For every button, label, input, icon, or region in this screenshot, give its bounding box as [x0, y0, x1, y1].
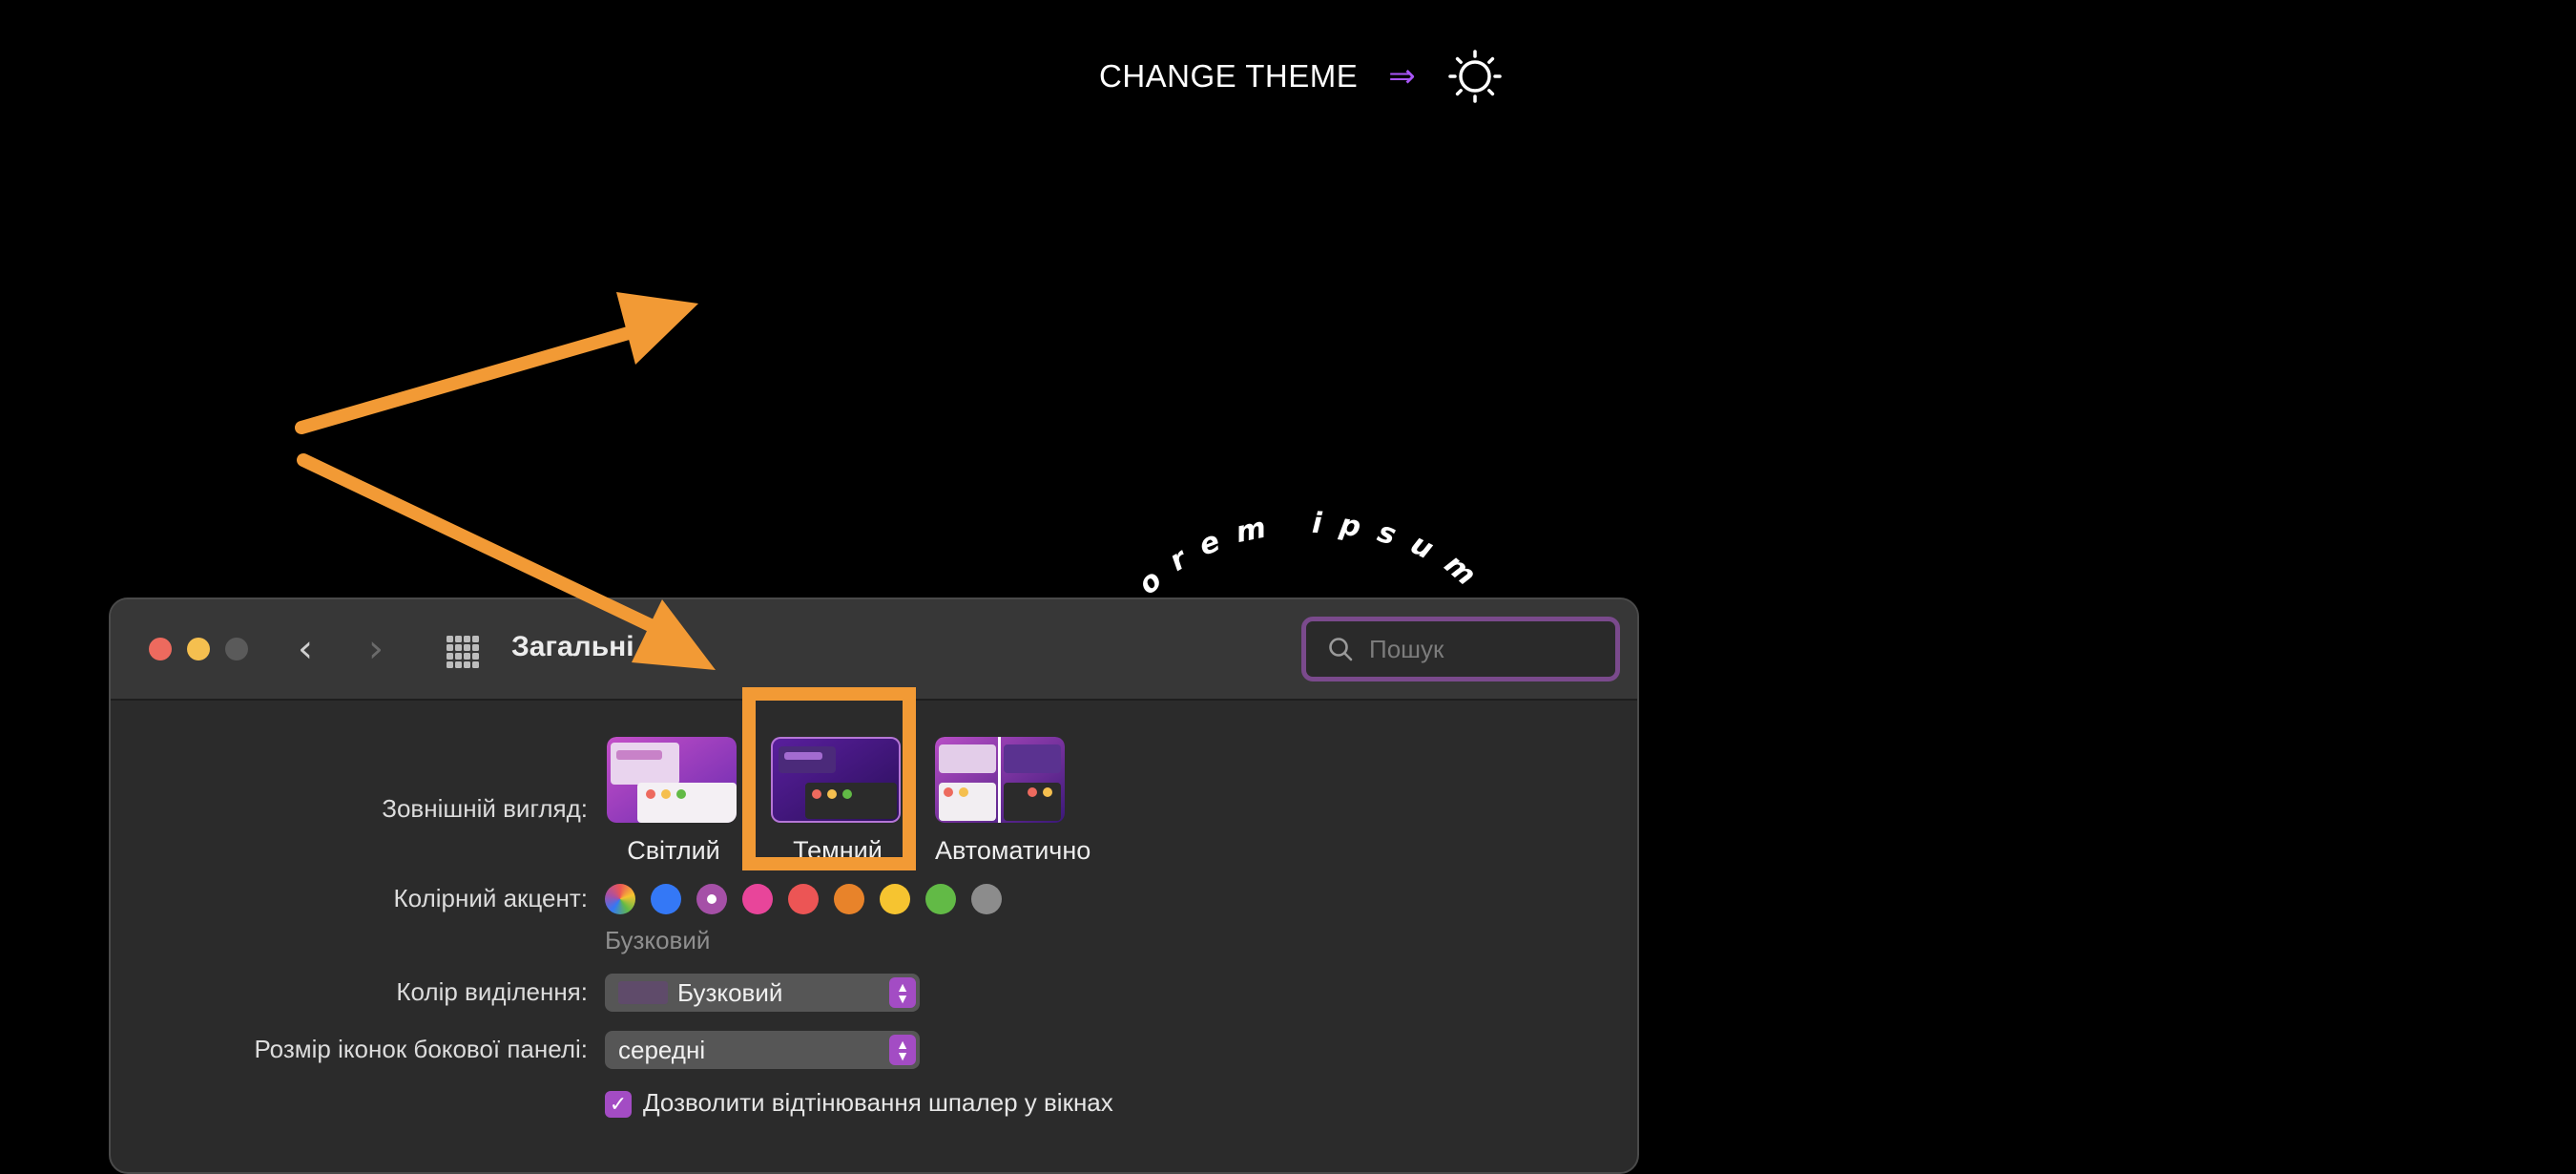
updown-chevron-icon: ▲ ▼: [889, 1035, 916, 1065]
theme-switcher[interactable]: CHANGE THEME ⇒: [1099, 48, 1504, 105]
back-chevron-icon[interactable]: ‹: [298, 626, 313, 672]
search-input[interactable]: [1367, 633, 1600, 665]
appearance-option-auto[interactable]: Автоматично: [935, 737, 1091, 866]
accent-purple-swatch[interactable]: [696, 884, 727, 914]
highlight-color-popup[interactable]: Бузковий ▲ ▼: [605, 974, 920, 1012]
auto-theme-thumbnail: [935, 737, 1065, 823]
change-theme-label: CHANGE THEME: [1099, 58, 1359, 94]
highlight-color-swatch: [618, 981, 668, 1004]
accent-green-swatch[interactable]: [925, 884, 956, 914]
light-theme-thumbnail: [607, 737, 737, 823]
accent-graphite-swatch[interactable]: [971, 884, 1002, 914]
curved-text-content: orem ipsum: [1132, 507, 1478, 603]
accent-pink-swatch[interactable]: [742, 884, 773, 914]
sun-icon[interactable]: [1446, 48, 1504, 105]
accent-multicolor-swatch[interactable]: [605, 884, 635, 914]
svg-text:orem ipsum: orem ipsum: [1132, 507, 1495, 603]
search-icon: [1329, 638, 1353, 661]
accent-selected-name: Бузковий: [605, 926, 711, 954]
accent-orange-swatch[interactable]: [834, 884, 864, 914]
annotation-arrow-up: [295, 292, 698, 434]
sidebar-size-popup[interactable]: середні ▲ ▼: [605, 1031, 920, 1069]
sidebar-size-label: Розмір іконок бокової панелі:: [254, 1035, 588, 1063]
updown-chevron-icon: ▲ ▼: [889, 977, 916, 1008]
wallpaper-tinting-checkbox[interactable]: ✓: [605, 1091, 632, 1118]
curved-text: orem ipsum: [1132, 507, 1495, 603]
appearance-auto-label: Автоматично: [935, 836, 1091, 865]
highlight-color-value: Бузковий: [677, 977, 783, 1007]
accent-red-swatch[interactable]: [788, 884, 819, 914]
wallpaper-tinting-label: Дозволити відтінювання шпалер у вікнах: [643, 1088, 1113, 1117]
appearance-label: Зовнішній вигляд:: [382, 794, 588, 823]
accent-color-swatches: [605, 884, 1002, 914]
close-button[interactable]: [149, 638, 172, 660]
accent-blue-swatch[interactable]: [651, 884, 681, 914]
grid-icon[interactable]: [447, 636, 479, 668]
zoom-button[interactable]: [225, 638, 248, 660]
accent-yellow-swatch[interactable]: [880, 884, 910, 914]
accent-label: Колірний акцент:: [393, 884, 588, 912]
minimize-button[interactable]: [187, 638, 210, 660]
settings-window: ‹ › Загальні Зовнішній вигляд:: [109, 597, 1639, 1174]
window-title: Загальні: [511, 631, 634, 662]
forward-chevron-icon[interactable]: ›: [368, 626, 384, 672]
title-bar: ‹ › Загальні: [111, 599, 1637, 701]
annotation-highlight-box: [742, 687, 916, 870]
appearance-light-label: Світлий: [627, 836, 720, 865]
sidebar-size-value: середні: [618, 1035, 706, 1064]
search-field[interactable]: [1301, 617, 1620, 681]
appearance-option-light[interactable]: Світлий: [607, 737, 740, 866]
right-arrow-icon: ⇒: [1388, 57, 1416, 95]
highlight-color-label: Колір виділення:: [396, 977, 588, 1006]
